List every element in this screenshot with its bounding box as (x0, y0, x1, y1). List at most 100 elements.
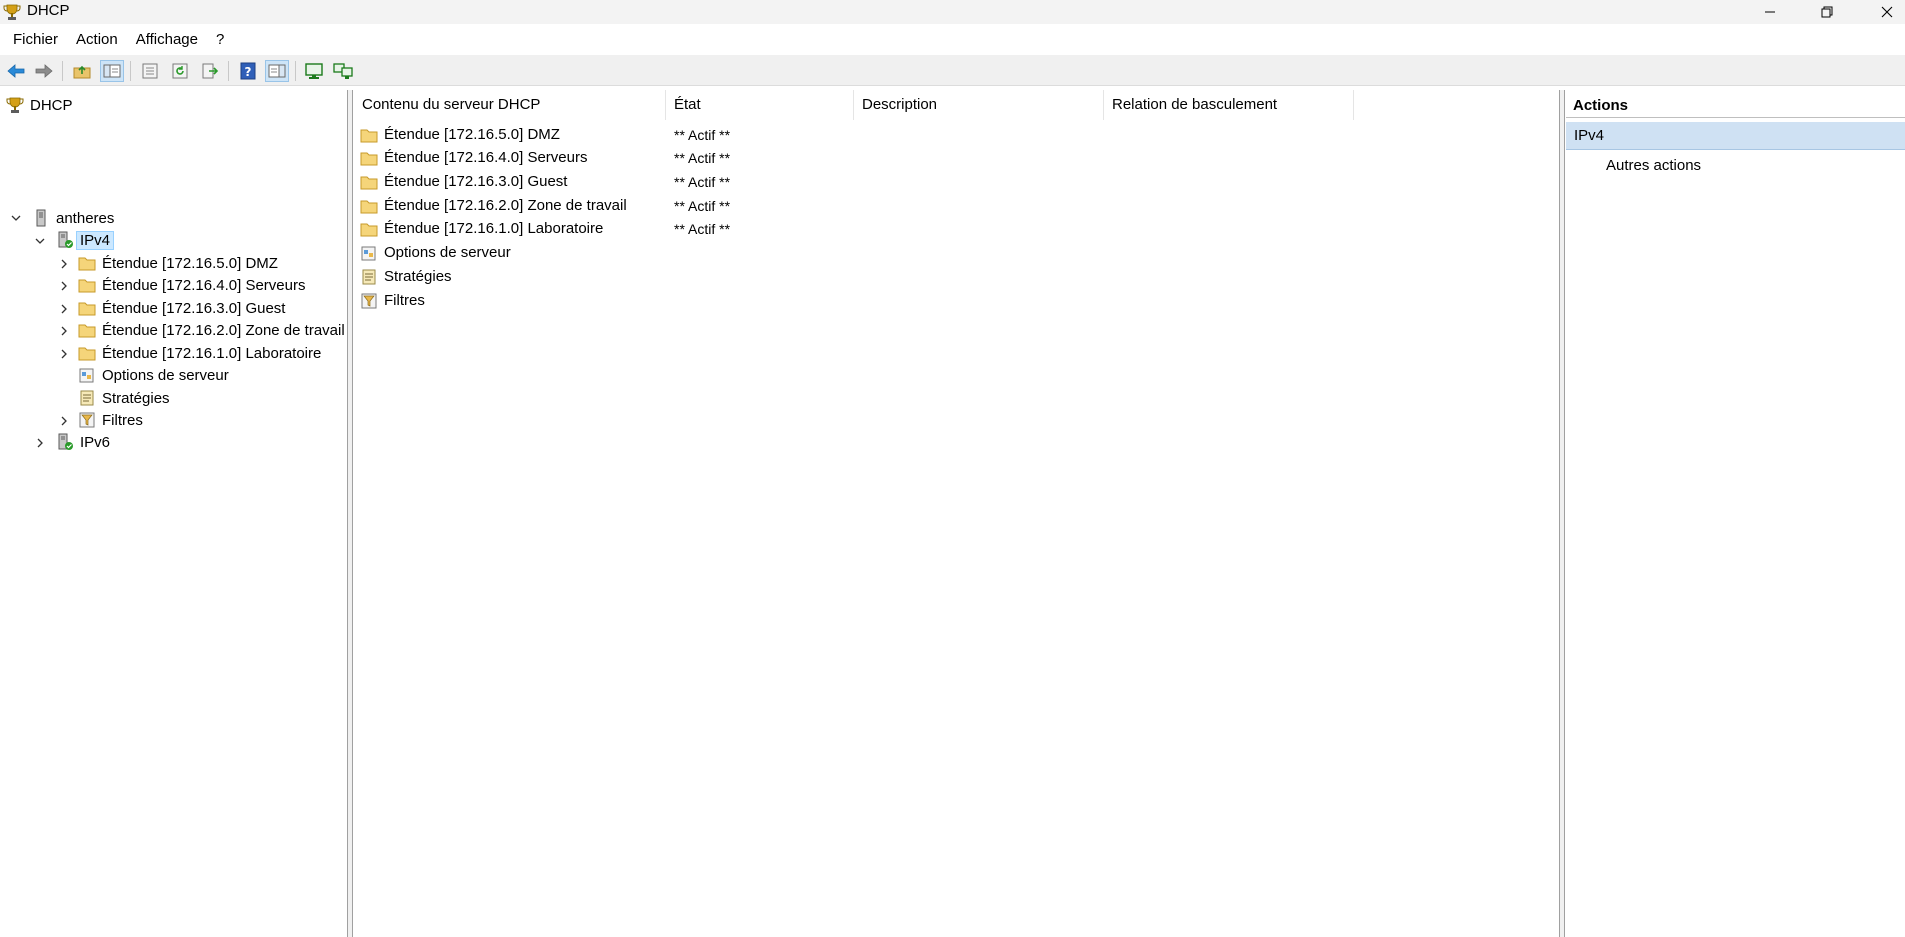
list-item[interactable]: Étendue [172.16.4.0] Serveurs ** Actif *… (354, 146, 1560, 169)
list-item[interactable]: Étendue [172.16.3.0] Guest ** Actif ** (354, 170, 1560, 193)
menu-help[interactable]: ? (207, 28, 233, 52)
column-header-description[interactable]: Description (854, 90, 1104, 120)
minimize-button[interactable] (1745, 0, 1795, 24)
chevron-right-icon[interactable] (58, 303, 70, 315)
chevron-down-icon[interactable] (34, 235, 46, 247)
menu-fichier[interactable]: Fichier (4, 28, 67, 52)
tree-item-filters[interactable]: Filtres (78, 409, 143, 431)
tree-item-scope[interactable]: Étendue [172.16.3.0] Guest (78, 297, 285, 319)
tree-item-scope[interactable]: Étendue [172.16.5.0] DMZ (78, 252, 278, 274)
tree-item-server[interactable]: antheres (32, 207, 114, 229)
chevron-right-icon[interactable] (58, 415, 70, 427)
help-button[interactable]: ? (236, 60, 260, 82)
list-item-name: Options de serveur (384, 244, 511, 261)
server-options-icon (361, 246, 376, 260)
chevron-right-icon[interactable] (58, 325, 70, 337)
list-item-state: ** Actif ** (674, 149, 731, 166)
actions-title: Actions (1566, 94, 1905, 118)
tree-item-scope[interactable]: Étendue [172.16.4.0] Serveurs (78, 274, 305, 296)
chevron-right-icon[interactable] (58, 280, 70, 292)
tree-label: Filtres (102, 411, 143, 429)
tree-item-dhcp[interactable]: DHCP (6, 94, 73, 116)
server-options-icon (79, 368, 94, 383)
results-list[interactable]: Contenu du serveur DHCP État Description… (354, 90, 1560, 937)
folder-icon (360, 200, 378, 213)
chevron-down-icon[interactable] (10, 212, 22, 224)
tree-item-server-options[interactable]: Options de serveur (78, 364, 229, 386)
column-header-state[interactable]: État (666, 90, 854, 120)
up-level-button[interactable] (70, 60, 94, 82)
policies-icon (80, 390, 94, 406)
list-item-name: Étendue [172.16.5.0] DMZ (384, 126, 560, 143)
chevron-right-icon[interactable] (34, 437, 46, 449)
show-hide-tree-button[interactable] (100, 60, 124, 82)
folder-icon (360, 223, 378, 236)
list-item[interactable]: Étendue [172.16.5.0] DMZ ** Actif ** (354, 123, 1560, 146)
tree-label: IPv4 (76, 230, 115, 250)
console-tree[interactable]: DHCP antheres IPv4 Étendue [172.16.5.0] … (0, 90, 348, 937)
svg-text:?: ? (245, 65, 252, 79)
list-item[interactable]: Options de serveur (354, 241, 1560, 264)
actions-splitter[interactable] (1560, 90, 1565, 937)
tree-label: Étendue [172.16.3.0] Guest (102, 299, 286, 317)
show-hide-action-pane-button[interactable] (265, 60, 289, 82)
list-item-state: ** Actif ** (674, 220, 731, 237)
chevron-right-icon[interactable] (58, 258, 70, 270)
tree-item-ipv4[interactable]: IPv4 (56, 229, 115, 251)
up-folder-icon (73, 65, 91, 79)
folder-icon (78, 302, 96, 316)
back-arrow-icon (7, 64, 25, 78)
actions-section-ipv4[interactable]: IPv4 (1566, 122, 1905, 150)
export-list-icon (202, 63, 219, 79)
close-button[interactable] (1862, 0, 1905, 24)
show-hide-tree-icon (103, 64, 121, 78)
list-item[interactable]: Filtres (354, 289, 1560, 312)
menu-action[interactable]: Action (67, 28, 127, 52)
network-button[interactable] (331, 60, 355, 82)
tree-item-scope[interactable]: Étendue [172.16.1.0] Laboratoire (78, 342, 321, 364)
actions-pane: Actions IPv4 Autres actions (1566, 90, 1905, 937)
list-item-state: ** Actif ** (674, 173, 731, 190)
back-button[interactable] (4, 60, 28, 82)
tree-item-ipv6[interactable]: IPv6 (56, 431, 110, 453)
title-bar: DHCP (0, 0, 1905, 24)
folder-icon (360, 129, 378, 142)
tree-label: antheres (56, 209, 115, 227)
tree-label: Stratégies (102, 389, 170, 407)
list-item-name: Étendue [172.16.2.0] Zone de travail (384, 197, 627, 214)
properties-icon (142, 63, 158, 79)
restore-button[interactable] (1802, 0, 1852, 24)
export-list-button[interactable] (198, 60, 222, 82)
list-item[interactable]: Stratégies (354, 265, 1560, 288)
forward-arrow-icon (35, 64, 53, 78)
tree-item-policies[interactable]: Stratégies (78, 387, 170, 409)
list-item[interactable]: Étendue [172.16.2.0] Zone de travail ** … (354, 194, 1560, 217)
properties-button[interactable] (138, 60, 162, 82)
tree-splitter[interactable] (348, 90, 353, 937)
list-item-name: Stratégies (384, 268, 452, 285)
folder-icon (78, 324, 96, 338)
action-more-actions[interactable]: Autres actions (1606, 154, 1701, 178)
window-title: DHCP (27, 2, 70, 19)
forward-button[interactable] (32, 60, 56, 82)
column-header-failover[interactable]: Relation de basculement (1104, 90, 1354, 120)
folder-icon (78, 347, 96, 361)
tree-label: Étendue [172.16.2.0] Zone de travail (102, 321, 345, 339)
dhcp-trophy-icon (6, 97, 24, 113)
chevron-right-icon[interactable] (58, 348, 70, 360)
tree-label: Étendue [172.16.1.0] Laboratoire (102, 344, 322, 362)
tree-label: Étendue [172.16.5.0] DMZ (102, 254, 278, 272)
authorize-server-button[interactable] (302, 60, 326, 82)
refresh-button[interactable] (168, 60, 192, 82)
tree-label: DHCP (30, 96, 73, 114)
column-header-name[interactable]: Contenu du serveur DHCP (354, 90, 666, 120)
restore-icon (1821, 6, 1833, 18)
tree-label: IPv6 (80, 433, 111, 451)
list-item[interactable]: Étendue [172.16.1.0] Laboratoire ** Acti… (354, 217, 1560, 240)
list-item-name: Étendue [172.16.4.0] Serveurs (384, 149, 588, 166)
ipv6-server-icon (58, 433, 73, 450)
folder-icon (78, 279, 96, 293)
list-item-name: Étendue [172.16.3.0] Guest (384, 173, 568, 190)
tree-item-scope[interactable]: Étendue [172.16.2.0] Zone de travail (78, 319, 345, 341)
menu-affichage[interactable]: Affichage (127, 28, 207, 52)
